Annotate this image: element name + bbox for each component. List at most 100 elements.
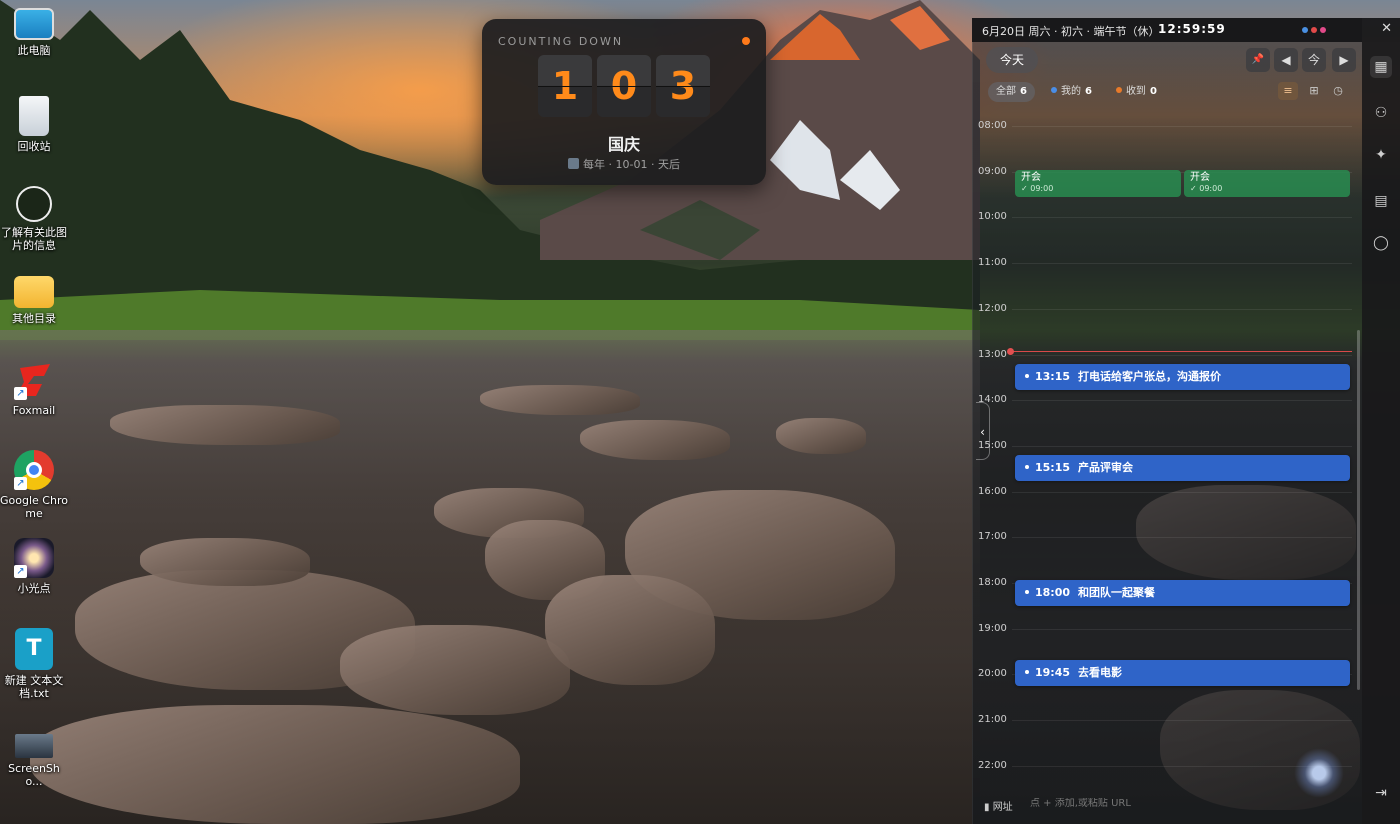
list-view-icon[interactable]: ≡ xyxy=(1278,82,1298,100)
event-title: 去看电影 xyxy=(1078,666,1123,679)
event-time: ✓ 09:00 xyxy=(1021,184,1054,193)
scrollbar[interactable] xyxy=(1357,330,1360,690)
hour-label: 21:00 xyxy=(978,714,1007,725)
recycle-bin-icon xyxy=(19,96,49,136)
foxmail-icon: ↗ xyxy=(14,360,54,400)
countdown-widget[interactable]: COUNTING DOWN 1 0 3 国庆 每年 · 10-01 · 天后 xyxy=(482,19,766,185)
desktop-icon-label: 新建 文本文档.txt xyxy=(4,674,64,700)
event-block-meeting[interactable]: 开会 ✓ 09:00 xyxy=(1015,170,1181,197)
desktop-icon-recycle-bin[interactable]: 回收站 xyxy=(0,96,68,153)
flip-digit: 1 xyxy=(538,55,592,117)
desktop-icon-label: Foxmail xyxy=(12,404,56,417)
text-file-icon: T xyxy=(15,628,53,670)
close-icon[interactable]: ✕ xyxy=(1381,21,1392,36)
shortcut-arrow-icon: ↗ xyxy=(14,565,27,578)
pin-button[interactable]: 📌 xyxy=(1246,48,1270,72)
hour-gridline xyxy=(1012,537,1352,538)
jump-today-button[interactable]: 今 xyxy=(1302,48,1326,72)
hour-label: 08:00 xyxy=(978,120,1007,131)
flip-digit: 3 xyxy=(656,55,710,117)
event-time: 18:00 xyxy=(1035,586,1071,599)
status-dot-icon xyxy=(742,37,750,45)
event-title: 打电话给客户张总，沟通报价 xyxy=(1078,370,1222,383)
countdown-digits: 1 0 3 xyxy=(538,55,710,117)
filter-mine[interactable]: 我的 6 xyxy=(1043,82,1100,102)
desktop-icon-label: 回收站 xyxy=(17,140,51,153)
filter-label: 全部 xyxy=(996,86,1016,97)
desktop-icon-chrome[interactable]: ↗ Google Chrome xyxy=(0,450,68,520)
rock xyxy=(110,405,340,445)
event-item[interactable]: 18:00 和团队一起聚餐 xyxy=(1015,580,1350,606)
countdown-subtitle: 每年 · 10-01 · 天后 xyxy=(583,158,680,171)
filter-received[interactable]: 收到 0 xyxy=(1108,82,1165,102)
bullet-icon xyxy=(1025,374,1029,378)
current-time-line xyxy=(1010,351,1352,352)
orange-dot-icon xyxy=(1115,87,1122,93)
bookmark-label: 网址 xyxy=(992,802,1013,813)
event-block-meeting[interactable]: 开会 ✓ 09:00 xyxy=(1184,170,1350,197)
logout-icon[interactable]: ⇥ xyxy=(1370,782,1392,804)
sparkle-icon[interactable]: ✦ xyxy=(1370,144,1392,166)
hour-gridline xyxy=(1012,720,1352,721)
hour-label: 16:00 xyxy=(978,486,1007,497)
image-file-icon xyxy=(15,734,53,758)
monitor-icon xyxy=(14,8,54,40)
dot-icon[interactable] xyxy=(1302,27,1308,33)
desktop-icon-label: 小光点 xyxy=(17,582,51,595)
event-title: 产品评审会 xyxy=(1078,461,1134,474)
filter-count: 6 xyxy=(1020,86,1027,97)
filter-all[interactable]: 全部 6 xyxy=(988,82,1035,102)
hour-gridline xyxy=(1012,492,1352,493)
rock xyxy=(580,420,730,460)
rock xyxy=(140,538,310,586)
dot-icon[interactable] xyxy=(1320,27,1326,33)
bookmark-label-row[interactable]: ▮ 网址 xyxy=(984,798,1013,813)
collapse-panel-chevron-icon[interactable]: ‹ xyxy=(976,402,990,460)
timeline-view-icon[interactable]: ◷ xyxy=(1328,82,1348,100)
desktop-icon-label: Google Chrome xyxy=(0,494,68,520)
hour-label: 17:00 xyxy=(978,531,1007,542)
url-input[interactable] xyxy=(1030,798,1250,809)
hour-gridline xyxy=(1012,309,1352,310)
calendar-topbar: 6月20日 周六 · 初六 · 端午节（休） 12:59:59 ✕ xyxy=(972,18,1400,42)
bullet-icon xyxy=(1025,465,1029,469)
prev-day-button[interactable]: ◀ xyxy=(1274,48,1298,72)
lunar-date-text: 6月20日 周六 · 初六 · 端午节（休） xyxy=(982,25,1160,38)
desktop-icon-other-folder[interactable]: 其他目录 xyxy=(0,276,68,325)
star-mascot-icon[interactable] xyxy=(1294,748,1344,798)
chrome-icon: ↗ xyxy=(14,450,54,490)
event-item[interactable]: 19:45 去看电影 xyxy=(1015,660,1350,686)
desktop-icon-this-pc[interactable]: 此电脑 xyxy=(0,8,68,57)
notes-icon[interactable]: ▤ xyxy=(1370,190,1392,212)
countdown-event-name: 国庆 xyxy=(607,135,640,154)
shortcut-arrow-icon: ↗ xyxy=(14,387,27,400)
grid-view-icon[interactable]: ⊞ xyxy=(1304,82,1324,100)
event-filters: 全部 6 我的 6 收到 0 xyxy=(988,82,1165,102)
desktop-icon-xiaoguangdian[interactable]: ↗ 小光点 xyxy=(0,538,68,595)
hour-label: 22:00 xyxy=(978,760,1007,771)
rock xyxy=(340,625,570,715)
rock xyxy=(545,575,715,685)
folder-icon xyxy=(14,276,54,308)
desktop-icon-screenshot[interactable]: ScreenSho... xyxy=(0,734,68,788)
desktop-icon-label: ScreenSho... xyxy=(8,762,60,788)
user-icon[interactable]: ◯ xyxy=(1370,232,1392,254)
dot-icon[interactable] xyxy=(1311,27,1317,33)
event-item[interactable]: 13:15 打电话给客户张总，沟通报价 xyxy=(1015,364,1350,390)
calendar-icon[interactable]: ▦ xyxy=(1370,56,1392,78)
filter-label: 收到 xyxy=(1125,86,1146,97)
today-button[interactable]: 今天 xyxy=(986,47,1038,73)
filter-label: 我的 xyxy=(1060,86,1081,97)
filter-count: 6 xyxy=(1084,86,1092,97)
event-item[interactable]: 15:15 产品评审会 xyxy=(1015,455,1350,481)
desktop-icon-image-info[interactable]: 了解有关此图片的信息 xyxy=(0,186,68,252)
shortcut-arrow-icon: ↗ xyxy=(14,477,27,490)
bullet-icon xyxy=(1025,590,1029,594)
hour-gridline xyxy=(1012,217,1352,218)
desktop-icon-foxmail[interactable]: ↗ Foxmail xyxy=(0,360,68,417)
next-day-button[interactable]: ▶ xyxy=(1332,48,1356,72)
rock xyxy=(776,418,866,454)
contacts-icon[interactable]: ⚇ xyxy=(1370,102,1392,124)
desktop-icon-new-text-file[interactable]: T 新建 文本文档.txt xyxy=(0,628,68,700)
hour-gridline xyxy=(1012,263,1352,264)
